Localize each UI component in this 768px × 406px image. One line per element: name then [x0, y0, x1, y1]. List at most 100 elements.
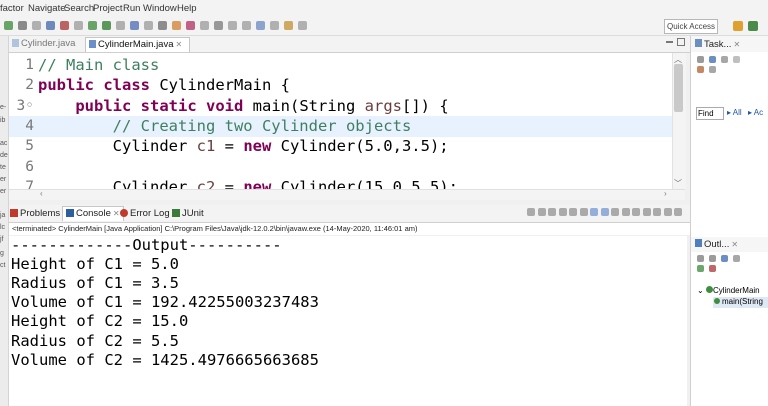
- view-tool-icon[interactable]: [709, 265, 716, 272]
- view-tool-icon[interactable]: [733, 255, 740, 262]
- minimize-icon[interactable]: [666, 41, 673, 43]
- view-tool-icon[interactable]: [709, 56, 716, 63]
- toolbar-button-icon[interactable]: [88, 21, 97, 30]
- outline-method-label: main(String: [722, 297, 763, 306]
- toolbar-button-icon[interactable]: [256, 21, 265, 30]
- view-tool-icon[interactable]: [721, 56, 728, 63]
- menu-item-search[interactable]: Search: [64, 3, 94, 14]
- console-tool-icon[interactable]: [621, 208, 630, 216]
- menu-item-help[interactable]: Help: [177, 3, 197, 14]
- view-tool-icon[interactable]: [697, 255, 704, 262]
- toolbar-button-icon[interactable]: [158, 21, 167, 30]
- console-toolbar: [527, 208, 687, 218]
- toolbar-button-icon[interactable]: [298, 21, 307, 30]
- console-tool-icon[interactable]: [663, 208, 672, 216]
- editor-scroll-thumb[interactable]: [674, 64, 683, 112]
- console-tool-icon[interactable]: [632, 208, 640, 216]
- menu-item-window[interactable]: Window: [143, 3, 177, 14]
- chevron-down-icon: ⌄: [697, 286, 704, 295]
- perspective-java-icon[interactable]: [733, 21, 743, 31]
- code-token: =: [215, 137, 244, 156]
- console-tool-icon[interactable]: [611, 208, 619, 216]
- toolbar-button-icon[interactable]: [200, 21, 209, 30]
- code-line[interactable]: 3◦ public static void main(String args[]…: [9, 96, 679, 117]
- toolbar-button-icon[interactable]: [228, 21, 237, 30]
- toolbar-button-icon[interactable]: [284, 21, 293, 30]
- toolbar-button-icon[interactable]: [242, 21, 251, 30]
- console-tool-icon[interactable]: [674, 208, 682, 216]
- close-icon[interactable]: ✕: [113, 209, 120, 218]
- outline-view-title[interactable]: Outl... ✕: [695, 239, 738, 250]
- tasks-view-title[interactable]: Task... ✕: [695, 39, 740, 50]
- code-line[interactable]: 4 // Creating two Cylinder objects: [9, 115, 679, 137]
- maximize-icon[interactable]: [677, 38, 685, 46]
- toolbar-button-icon[interactable]: [46, 21, 55, 30]
- close-icon[interactable]: ✕: [176, 40, 183, 49]
- console-tool-icon[interactable]: [558, 208, 567, 216]
- view-tool-icon[interactable]: [721, 255, 728, 262]
- console-tool-icon[interactable]: [590, 208, 598, 216]
- console-tool-icon[interactable]: [569, 208, 577, 216]
- console-tool-icon[interactable]: [579, 208, 588, 216]
- toolbar-button-icon[interactable]: [102, 21, 111, 30]
- console-tool-icon[interactable]: [653, 208, 661, 216]
- view-tool-icon[interactable]: [697, 56, 704, 63]
- view-tool-icon[interactable]: [709, 66, 716, 73]
- close-icon[interactable]: ✕: [733, 40, 740, 49]
- chevron-right-icon[interactable]: ›: [664, 189, 667, 198]
- toolbar-button-icon[interactable]: [270, 21, 279, 30]
- chevron-left-icon[interactable]: ‹: [40, 189, 43, 198]
- console-tool-icon[interactable]: [548, 208, 556, 216]
- console-tool-icon[interactable]: [642, 208, 651, 216]
- tab-junit[interactable]: JUnit: [172, 207, 204, 221]
- menu-item-project[interactable]: Project: [93, 3, 123, 14]
- console-output[interactable]: -------------Output---------- Height of C…: [9, 236, 687, 406]
- toolbar-button-icon[interactable]: [32, 21, 41, 30]
- toolbar-button-icon[interactable]: [18, 21, 27, 30]
- view-tool-icon[interactable]: [697, 265, 704, 272]
- all-filter[interactable]: ▸ All: [727, 108, 742, 117]
- left-strip-label: er: [0, 176, 7, 183]
- code-line[interactable]: 7 Cylinder c2 = new Cylinder(15.0,5.5);: [9, 177, 679, 189]
- chevron-down-icon[interactable]: ﹀: [674, 178, 682, 189]
- line-number: 3◦: [16, 97, 34, 114]
- close-icon[interactable]: ✕: [731, 240, 738, 249]
- code-editor[interactable]: 1// Main class 2 public class CylinderMain…: [9, 53, 679, 189]
- tab-cylindermain-java[interactable]: CylinderMain.java ✕: [85, 37, 190, 52]
- toolbar-button-icon[interactable]: [116, 21, 125, 30]
- toolbar-button-icon[interactable]: [4, 21, 13, 30]
- console-tool-icon[interactable]: [527, 208, 535, 216]
- outline-method-node[interactable]: main(String: [713, 297, 768, 308]
- console-tool-icon[interactable]: [600, 208, 609, 216]
- tab-console[interactable]: Console ✕: [62, 206, 124, 221]
- console-tool-icon[interactable]: [537, 208, 546, 216]
- tab-cylinder-java[interactable]: Cylinder.java: [12, 37, 82, 51]
- toolbar-button-icon[interactable]: [144, 21, 153, 30]
- perspective-debug-icon[interactable]: [748, 21, 758, 31]
- toolbar-button-icon[interactable]: [186, 21, 195, 30]
- outline-class-node[interactable]: ⌄ CylinderMain: [697, 286, 760, 295]
- tab-problems[interactable]: Problems: [10, 207, 60, 221]
- menu-item-navigate[interactable]: Navigate: [28, 3, 66, 14]
- chevron-up-icon[interactable]: ︿: [674, 54, 682, 65]
- editor-horizontal-scrollbar[interactable]: [9, 189, 685, 200]
- code-line[interactable]: 2 public class CylinderMain {: [9, 75, 679, 96]
- activate-filter[interactable]: ▸ Ac: [748, 108, 763, 117]
- code-line[interactable]: 5 Cylinder c1 = new Cylinder(5.0,3.5);: [9, 136, 679, 157]
- menu-item-factor[interactable]: factor: [0, 3, 24, 14]
- view-tool-icon[interactable]: [697, 66, 704, 73]
- view-tool-icon[interactable]: [733, 56, 740, 63]
- menu-item-run[interactable]: Run: [123, 3, 140, 14]
- toolbar-button-icon[interactable]: [60, 21, 69, 30]
- toolbar-button-icon[interactable]: [172, 21, 181, 30]
- code-line[interactable]: 1// Main class: [9, 55, 679, 76]
- right-side-panel: Task... ✕ Find ▸ All ▸ Ac Outl... ✕ ⌄ Cyli…: [690, 36, 768, 406]
- quick-access-input[interactable]: Quick Access: [664, 19, 718, 34]
- find-input[interactable]: Find: [696, 107, 724, 120]
- toolbar-button-icon[interactable]: [130, 21, 139, 30]
- toolbar-button-icon[interactable]: [214, 21, 223, 30]
- code-line[interactable]: 6: [9, 157, 679, 178]
- toolbar-button-icon[interactable]: [74, 21, 83, 30]
- view-tool-icon[interactable]: [709, 255, 716, 262]
- tab-error-log[interactable]: Error Log: [120, 207, 170, 221]
